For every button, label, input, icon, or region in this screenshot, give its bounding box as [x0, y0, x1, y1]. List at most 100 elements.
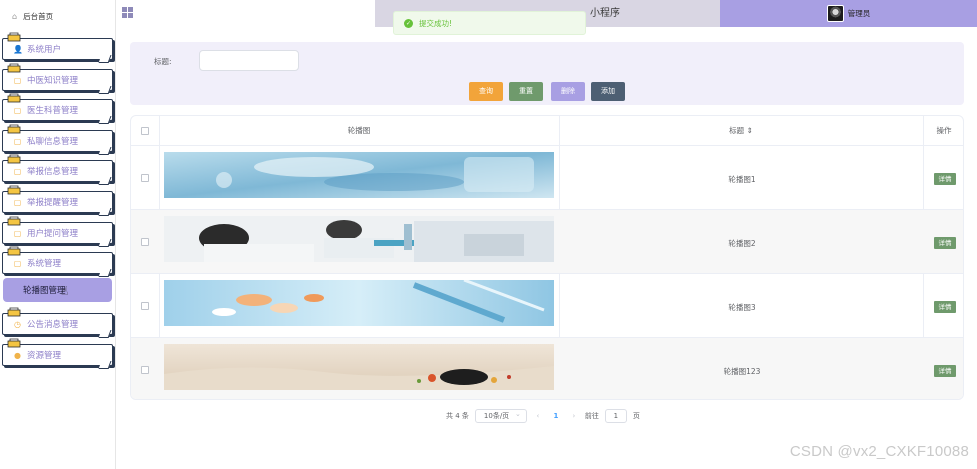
page-curl-decoration [98, 86, 112, 94]
binder-clip-icon [7, 63, 21, 73]
detail-button[interactable]: 详情 [934, 237, 956, 249]
user-name: 管理员 [847, 9, 871, 18]
goto-page-input[interactable]: 1 [604, 409, 627, 423]
row-checkbox[interactable] [141, 238, 149, 246]
sidebar-item-label: 公告消息管理 [27, 320, 79, 330]
table-row: 轮播图3 详情 [131, 274, 963, 338]
page-curl-decoration [98, 269, 112, 277]
header-title[interactable]: 标题 ⇕ [559, 116, 923, 146]
document-icon: ▢ [13, 197, 22, 207]
page-suffix: 页 [632, 412, 640, 420]
page-curl-decoration [98, 147, 112, 155]
page-curl-decoration [98, 239, 112, 247]
add-button[interactable]: 添加 [591, 82, 625, 101]
check-circle-icon: ✓ [404, 18, 413, 28]
carousel-image [164, 152, 554, 198]
row-title: 轮播图2 [728, 239, 756, 248]
document-icon: ▢ [13, 228, 22, 238]
select-all-checkbox[interactable] [141, 127, 149, 135]
row-checkbox[interactable] [141, 302, 149, 310]
row-title: 轮播图3 [728, 303, 756, 312]
avatar [826, 5, 844, 22]
document-icon: ▢ [13, 136, 22, 146]
document-icon: ▢ [13, 75, 22, 85]
document-icon: ▢ [13, 258, 22, 268]
sidebar-item[interactable]: ▢ 用户提问管理 [2, 216, 113, 247]
sidebar-item-label: 中医知识管理 [27, 76, 79, 86]
hand-cursor-icon: ☝ [61, 284, 69, 298]
sidebar-item[interactable]: ▢ 中医知识管理 [2, 63, 113, 94]
sidebar-item[interactable]: ▢ 系统管理 [2, 246, 113, 277]
sidebar-item[interactable]: ▢ 私聊信息管理 [2, 124, 113, 155]
page-curl-decoration [98, 55, 112, 63]
sidebar-item[interactable]: ● 资源管理 [2, 338, 113, 369]
title-filter-label: 标题: [154, 57, 172, 66]
document-icon: ▢ [13, 166, 22, 176]
detail-button[interactable]: 详情 [934, 301, 956, 313]
detail-button[interactable]: 详情 [934, 173, 956, 185]
sidebar-item-label: 系统用户 [27, 45, 62, 55]
binder-clip-icon [7, 32, 21, 42]
binder-clip-icon [7, 124, 21, 134]
page-curl-decoration [98, 330, 112, 338]
page-curl-decoration [98, 361, 112, 369]
binder-clip-icon [7, 93, 21, 103]
sidebar-item-label: 医生科普管理 [27, 106, 79, 116]
user-menu[interactable]: 管理员 [720, 0, 977, 27]
carousel-image [164, 280, 554, 326]
home-icon: ⌂ [12, 11, 18, 21]
next-page-icon[interactable]: › [569, 412, 579, 420]
binder-clip-icon [7, 307, 21, 317]
binder-clip-icon [7, 216, 21, 226]
page-number[interactable]: 1 [549, 412, 563, 420]
sidebar-item[interactable]: ▢ 举报信息管理 [2, 154, 113, 185]
row-checkbox[interactable] [141, 174, 149, 182]
sidebar: ⌂ 后台首页 👤 系统用户 ▢ 中医知识管理 ▢ 医生科普管理 ▢ 私聊信息管理 ▢ 举报信息管理… [0, 0, 116, 469]
sidebar-item-label: 系统管理 [27, 259, 62, 269]
sidebar-item-label: 举报信息管理 [27, 167, 79, 177]
goto-label: 前往 [584, 412, 599, 420]
binder-clip-icon [7, 246, 21, 256]
title-search-input[interactable] [199, 50, 299, 71]
table-row: 轮播图123 详情 [131, 338, 963, 399]
header-action: 操作 [936, 126, 952, 135]
carousel-table: 轮播图 标题 ⇕ 操作 轮播图1 详情 轮播图2 详情 轮播图3 详情 轮播图1… [130, 115, 964, 400]
pagination: 共 4 条 10条/页 ‹ 1 › 前往 1 页 [446, 408, 640, 423]
sidebar-home[interactable]: ⌂ 后台首页 [0, 0, 115, 32]
query-button[interactable]: 查询 [469, 82, 503, 101]
sidebar-item-label: 用户提问管理 [27, 229, 79, 239]
clock-icon: ◷ [14, 319, 21, 329]
page-size-select[interactable]: 10条/页 [474, 408, 527, 423]
detail-button[interactable]: 详情 [934, 365, 956, 377]
sidebar-item[interactable]: ◷ 公告消息管理 [2, 307, 113, 338]
search-panel: 标题: 查询 重置 删除 添加 [130, 42, 964, 105]
total-count: 共 4 条 [446, 412, 469, 420]
table-row: 轮播图1 详情 [131, 146, 963, 210]
toast-message: 提交成功! [419, 18, 453, 28]
menu-toggle-icon[interactable] [122, 7, 133, 18]
sidebar-item[interactable]: ▢ 医生科普管理 [2, 93, 113, 124]
row-checkbox[interactable] [141, 366, 149, 374]
carousel-image [164, 344, 554, 390]
delete-button[interactable]: 删除 [551, 82, 585, 101]
prev-page-icon[interactable]: ‹ [533, 412, 543, 420]
document-icon: ▢ [13, 105, 22, 115]
binder-clip-icon [7, 338, 21, 348]
sidebar-item-label: 资源管理 [27, 351, 62, 361]
watermark: CSDN @vx2_CXKF10088 [789, 443, 969, 460]
carousel-image [164, 216, 554, 262]
page-curl-decoration [98, 208, 112, 216]
table-header: 轮播图 标题 ⇕ 操作 [131, 116, 963, 146]
sidebar-subitem-label: 轮播图管理 [23, 286, 66, 296]
sidebar-item-label: 私聊信息管理 [27, 137, 79, 147]
user-icon: 👤 [13, 44, 23, 54]
sidebar-home-label: 后台首页 [23, 11, 54, 21]
success-toast: ✓ 提交成功! [393, 11, 586, 35]
row-title: 轮播图1 [728, 175, 756, 184]
row-title: 轮播图123 [723, 367, 761, 376]
sidebar-item-label: 举报提醒管理 [27, 198, 79, 208]
sidebar-subitem-carousel[interactable]: 轮播图管理 [3, 278, 112, 302]
sidebar-item[interactable]: ▢ 举报提醒管理 [2, 185, 113, 216]
sidebar-item[interactable]: 👤 系统用户 [2, 32, 113, 63]
reset-button[interactable]: 重置 [509, 82, 543, 101]
